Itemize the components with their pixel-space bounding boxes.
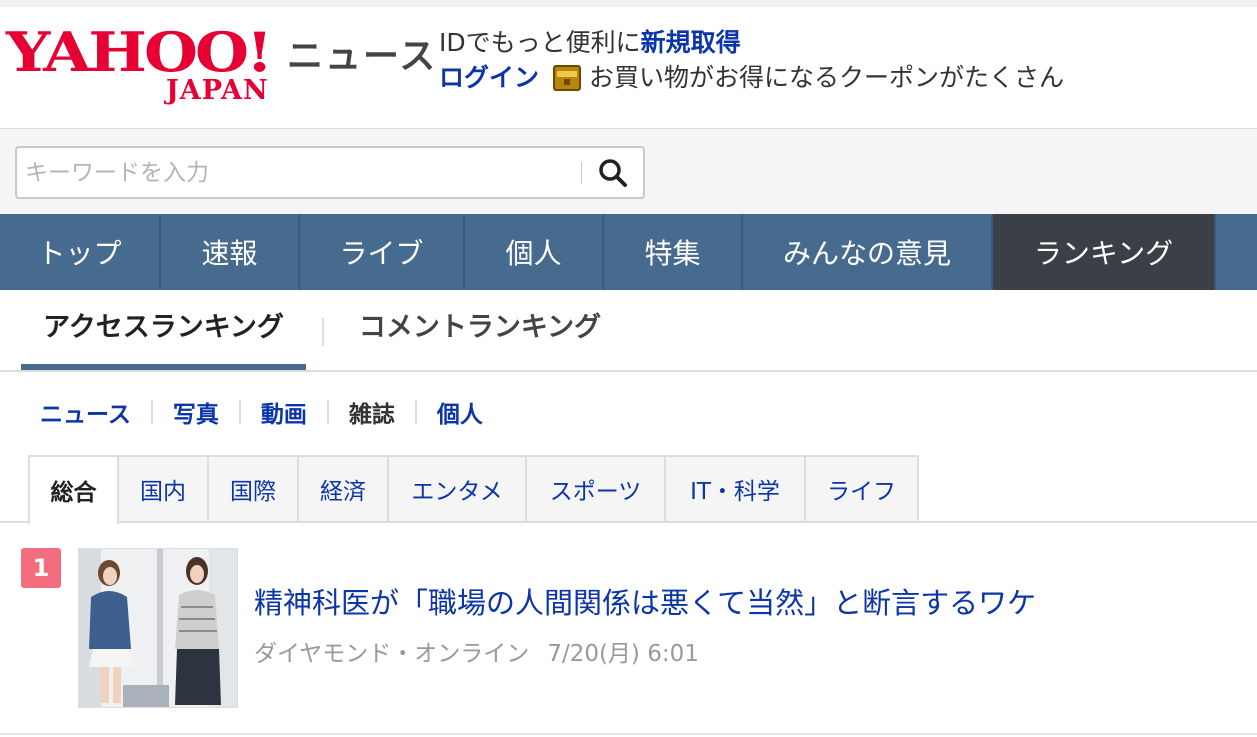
nav-live[interactable]: ライブ — [300, 214, 465, 290]
tab-separator — [322, 318, 324, 346]
tab-access-ranking[interactable]: アクセスランキング — [21, 308, 306, 370]
ranking-list-item[interactable]: 1 精神科医が「職場の人間関係は悪くて当然」と断言するワケ ダイヤモンド・オンラ… — [0, 525, 1257, 737]
tab-category-sports[interactable]: スポーツ — [525, 455, 666, 523]
search-button[interactable] — [585, 150, 641, 196]
tab-category-general[interactable]: 総合 — [28, 455, 119, 525]
article-meta: ダイヤモンド・オンライン 7/20(月) 6:01 — [254, 637, 699, 671]
coupon-promo-link[interactable]: お買い物がお得になるクーポンがたくさん — [589, 62, 1064, 94]
nav-feature[interactable]: 特集 — [604, 214, 743, 290]
tab-category-entertainment[interactable]: エンタメ — [387, 455, 527, 523]
sub-nav-separator — [150, 400, 153, 424]
search-icon — [599, 159, 627, 187]
nav-top[interactable]: トップ — [0, 214, 161, 290]
search-box — [15, 146, 645, 199]
signup-link[interactable]: 新規取得 — [641, 28, 741, 57]
rank-badge: 1 — [21, 548, 61, 588]
top-strip — [0, 0, 1257, 7]
list-divider — [0, 733, 1257, 735]
tab-category-economy[interactable]: 経済 — [297, 455, 389, 523]
logo-yahoo-text: YAHOO! — [6, 19, 273, 84]
article-title-link[interactable]: 精神科医が「職場の人間関係は悪くて当然」と断言するワケ — [254, 583, 1036, 623]
search-area — [0, 128, 1257, 214]
promo-text: IDでもっと便利に — [439, 28, 641, 57]
sub-nav-individual[interactable]: 個人 — [437, 395, 483, 429]
sub-nav-magazines[interactable]: 雑誌 — [349, 395, 395, 429]
tab-category-domestic[interactable]: 国内 — [117, 455, 209, 523]
article-photo — [79, 549, 237, 707]
article-time: 7/20(月) 6:01 — [547, 641, 699, 667]
promo-line: IDでもっと便利に新規取得 — [439, 27, 741, 59]
nav-ranking[interactable]: ランキング — [993, 214, 1216, 290]
header: YAHOO! JAPAN ニュース IDでもっと便利に新規取得 ログイン お買い… — [0, 7, 1257, 128]
tab-category-it-science[interactable]: IT・科学 — [664, 455, 806, 523]
tab-category-life[interactable]: ライフ — [804, 455, 919, 523]
ranking-type-tabs: アクセスランキング コメントランキング — [0, 290, 1257, 372]
logo-japan-text: JAPAN — [166, 75, 269, 106]
sub-nav-separator — [326, 400, 329, 424]
sub-nav-news[interactable]: ニュース — [40, 395, 131, 429]
nav-individual[interactable]: 個人 — [465, 214, 604, 290]
sub-nav-separator — [238, 400, 241, 424]
tab-category-world[interactable]: 国際 — [207, 455, 299, 523]
search-divider — [581, 162, 582, 184]
sub-nav-videos[interactable]: 動画 — [261, 395, 307, 429]
main-nav: トップ 速報 ライブ 個人 特集 みんなの意見 ランキング — [0, 214, 1257, 290]
login-link[interactable]: ログイン — [439, 62, 539, 94]
article-thumbnail[interactable] — [78, 548, 238, 708]
tab-comment-ranking[interactable]: コメントランキング — [340, 308, 620, 352]
service-name[interactable]: ニュース — [287, 35, 437, 79]
category-tabs: 総合 国内 国際 経済 エンタメ スポーツ IT・科学 ライフ — [0, 455, 1257, 525]
yahoo-japan-logo[interactable]: YAHOO! JAPAN — [6, 25, 278, 105]
nav-opinions[interactable]: みんなの意見 — [743, 214, 993, 290]
treasure-chest-icon — [553, 65, 582, 91]
media-sub-nav: ニュース 写真 動画 雑誌 個人 — [40, 392, 483, 432]
sub-nav-separator — [414, 400, 417, 424]
search-input[interactable] — [23, 152, 573, 194]
sub-nav-photos[interactable]: 写真 — [173, 395, 219, 429]
article-source: ダイヤモンド・オンライン — [254, 641, 530, 667]
login-promo-line: ログイン お買い物がお得になるクーポンがたくさん — [439, 62, 1064, 94]
nav-breaking[interactable]: 速報 — [161, 214, 300, 290]
